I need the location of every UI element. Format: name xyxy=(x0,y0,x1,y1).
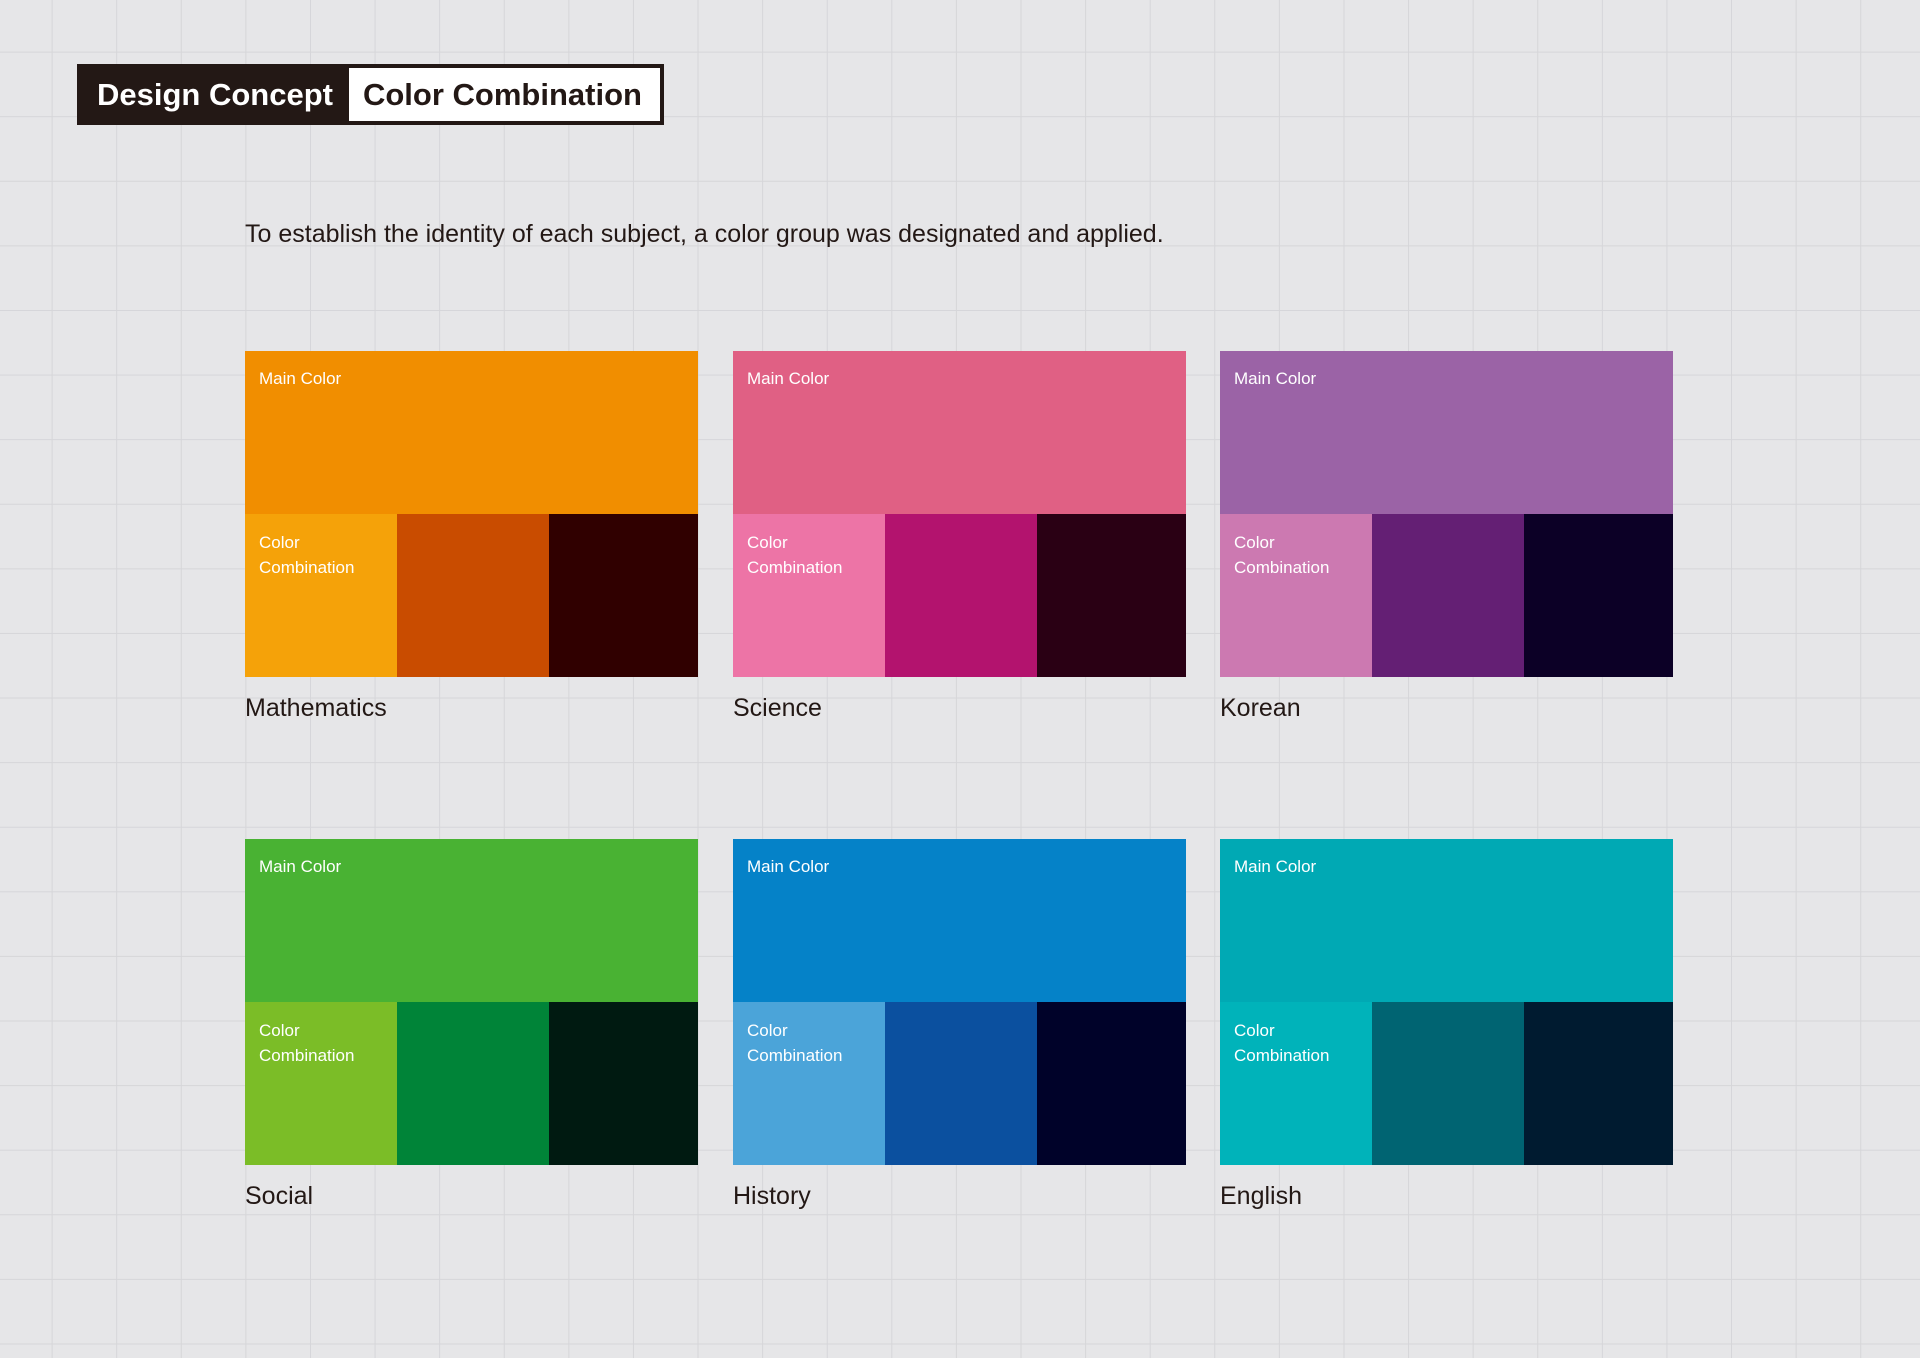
combination-swatch-2 xyxy=(397,1002,549,1165)
subject-card-science: Main Color Color Combination Science xyxy=(733,351,1186,723)
color-swatches: Main Color Color Combination xyxy=(733,351,1186,677)
color-swatches: Main Color Color Combination xyxy=(1220,839,1673,1165)
main-color-swatch: Main Color xyxy=(1220,839,1673,1002)
combination-swatch-2 xyxy=(397,514,549,677)
combination-label: Color Combination xyxy=(747,533,843,577)
combination-swatch-3 xyxy=(1524,1002,1673,1165)
main-color-label: Main Color xyxy=(747,369,830,388)
subject-card-history: Main Color Color Combination History xyxy=(733,839,1186,1211)
main-color-label: Main Color xyxy=(259,369,342,388)
color-swatches: Main Color Color Combination xyxy=(245,351,698,677)
main-color-swatch: Main Color xyxy=(1220,351,1673,514)
combination-swatch-1: Color Combination xyxy=(1220,1002,1372,1165)
header-title: Color Combination xyxy=(348,68,660,121)
subject-card-mathematics: Main Color Color Combination Mathematics xyxy=(245,351,698,723)
combination-swatch-2 xyxy=(1372,1002,1524,1165)
subject-name: Social xyxy=(245,1182,314,1210)
combination-swatch-2 xyxy=(1372,514,1524,677)
main-color-swatch: Main Color xyxy=(245,839,698,1002)
color-swatches: Main Color Color Combination xyxy=(733,839,1186,1165)
main-color-label: Main Color xyxy=(259,857,342,876)
combination-label: Color Combination xyxy=(259,1021,355,1065)
combination-swatch-3 xyxy=(1524,514,1673,677)
header-section-label: Design Concept xyxy=(81,68,349,121)
subject-name: English xyxy=(1220,1182,1302,1210)
combination-swatch-1: Color Combination xyxy=(245,1002,397,1165)
color-swatches: Main Color Color Combination xyxy=(1220,351,1673,677)
subject-name: History xyxy=(733,1182,811,1210)
combination-label: Color Combination xyxy=(1234,533,1330,577)
combination-label: Color Combination xyxy=(259,533,355,577)
subject-name: Mathematics xyxy=(245,694,387,722)
combination-swatch-1: Color Combination xyxy=(1220,514,1372,677)
combination-swatch-2 xyxy=(885,514,1037,677)
combination-swatch-3 xyxy=(1037,1002,1186,1165)
combination-swatch-2 xyxy=(885,1002,1037,1165)
combination-swatch-1: Color Combination xyxy=(733,514,885,677)
main-color-swatch: Main Color xyxy=(245,351,698,514)
subject-card-social: Main Color Color Combination Social xyxy=(245,839,698,1211)
subject-name: Korean xyxy=(1220,694,1301,722)
main-color-swatch: Main Color xyxy=(733,351,1186,514)
intro-text: To establish the identity of each subjec… xyxy=(245,220,1164,248)
color-swatches: Main Color Color Combination xyxy=(245,839,698,1165)
main-color-label: Main Color xyxy=(1234,369,1317,388)
subject-card-korean: Main Color Color Combination Korean xyxy=(1220,351,1673,723)
combination-label: Color Combination xyxy=(747,1021,843,1065)
main-color-label: Main Color xyxy=(1234,857,1317,876)
combination-swatch-3 xyxy=(549,1002,698,1165)
subject-card-english: Main Color Color Combination English xyxy=(1220,839,1673,1211)
combination-swatch-1: Color Combination xyxy=(245,514,397,677)
subject-name: Science xyxy=(733,694,822,722)
combination-swatch-1: Color Combination xyxy=(733,1002,885,1165)
main-color-label: Main Color xyxy=(747,857,830,876)
main-color-swatch: Main Color xyxy=(733,839,1186,1002)
combination-label: Color Combination xyxy=(1234,1021,1330,1065)
combination-swatch-3 xyxy=(549,514,698,677)
combination-swatch-3 xyxy=(1037,514,1186,677)
page-header: Design Concept Color Combination xyxy=(77,64,664,125)
